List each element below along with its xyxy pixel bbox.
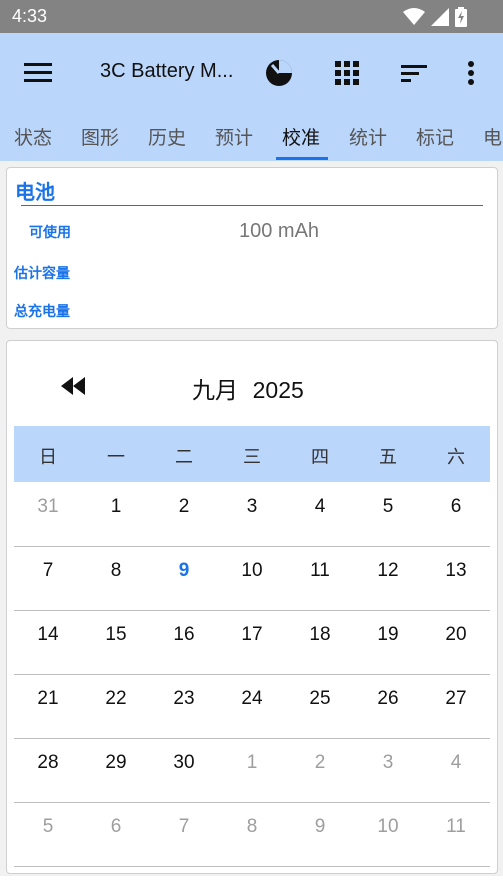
wifi-icon <box>403 8 425 25</box>
calendar-day[interactable]: 4 <box>286 496 354 518</box>
tab-markers[interactable]: 标记 <box>416 123 454 150</box>
battery-card: 电池 可使用 100 mAh 估计容量 总充电量 <box>6 167 498 329</box>
calendar-day[interactable]: 9 <box>286 816 354 838</box>
signal-icon <box>431 8 449 26</box>
calendar-day[interactable]: 23 <box>150 688 218 710</box>
calendar-day[interactable]: 18 <box>286 624 354 646</box>
calendar-month: 九月 <box>192 378 238 404</box>
calendar-week-row: 28 29 30 1 2 3 4 <box>14 738 490 803</box>
pie-chart-icon[interactable] <box>263 57 295 89</box>
calendar-day[interactable]: 4 <box>422 752 490 774</box>
status-bar: 4:33 <box>0 0 503 33</box>
bottom-strip <box>0 876 503 894</box>
calendar-week-row: 7 8 9 10 11 12 13 <box>14 546 490 611</box>
calendar-day[interactable]: 21 <box>14 688 82 710</box>
sort-icon[interactable] <box>398 57 430 89</box>
calendar-day[interactable]: 20 <box>422 624 490 646</box>
app-bar: 3C Battery M... <box>0 33 503 113</box>
weekday-fri: 五 <box>379 447 397 468</box>
calendar-day[interactable]: 2 <box>150 496 218 518</box>
battery-title-divider <box>21 205 483 206</box>
tab-calibration[interactable]: 校准 <box>282 123 320 150</box>
calendar-day[interactable]: 11 <box>422 816 490 838</box>
calendar-day[interactable]: 29 <box>82 752 150 774</box>
tab-status[interactable]: 状态 <box>14 123 52 150</box>
usable-label: 可使用 <box>29 225 71 241</box>
tab-statistics[interactable]: 统计 <box>349 123 387 150</box>
calendar-day[interactable]: 15 <box>82 624 150 646</box>
menu-icon[interactable] <box>24 60 54 86</box>
usable-value: 100 mAh <box>239 220 320 242</box>
calendar-day[interactable]: 8 <box>82 560 150 582</box>
tab-more[interactable]: 电 <box>483 123 502 150</box>
calendar-day[interactable]: 1 <box>218 752 286 774</box>
calendar-week-row: 31 1 2 3 4 5 6 <box>14 482 490 547</box>
calendar-day[interactable]: 19 <box>354 624 422 646</box>
calendar-month-year: 九月 2025 <box>192 371 304 405</box>
calendar-day[interactable]: 26 <box>354 688 422 710</box>
calendar-day[interactable]: 10 <box>218 560 286 582</box>
weekday-sun: 日 <box>39 447 57 468</box>
estimated-capacity-label: 估计容量 <box>14 266 70 282</box>
calendar-weekday-header: 日 一 二 三 四 五 六 <box>14 426 490 482</box>
weekday-wed: 三 <box>243 447 261 468</box>
calendar-year: 2025 <box>252 377 304 403</box>
grid-icon[interactable] <box>331 57 363 89</box>
calendar-day[interactable]: 13 <box>422 560 490 582</box>
previous-month-icon[interactable] <box>59 375 89 397</box>
calendar-day[interactable]: 3 <box>354 752 422 774</box>
calendar-day[interactable]: 31 <box>14 496 82 518</box>
calendar-day[interactable]: 16 <box>150 624 218 646</box>
calendar-day[interactable]: 6 <box>422 496 490 518</box>
calendar-day[interactable]: 2 <box>286 752 354 774</box>
battery-charging-icon <box>455 7 467 27</box>
calendar-day[interactable]: 10 <box>354 816 422 838</box>
calendar-day[interactable]: 1 <box>82 496 150 518</box>
calendar-week-row: 21 22 23 24 25 26 27 <box>14 674 490 739</box>
total-charge-label: 总充电量 <box>14 304 70 320</box>
calendar-day[interactable]: 17 <box>218 624 286 646</box>
calendar-day[interactable]: 14 <box>14 624 82 646</box>
calendar-week-row: 5 6 7 8 9 10 11 <box>14 802 490 867</box>
calendar-day[interactable]: 12 <box>354 560 422 582</box>
calendar-day[interactable]: 11 <box>286 560 354 582</box>
tab-graph[interactable]: 图形 <box>81 123 119 150</box>
status-time: 4:33 <box>12 6 48 26</box>
calendar-day[interactable]: 25 <box>286 688 354 710</box>
calendar-day[interactable]: 30 <box>150 752 218 774</box>
calendar-day[interactable]: 3 <box>218 496 286 518</box>
calendar-day[interactable]: 24 <box>218 688 286 710</box>
status-icons <box>403 7 467 27</box>
calendar-day[interactable]: 27 <box>422 688 490 710</box>
calendar-day[interactable]: 7 <box>14 560 82 582</box>
calendar-day[interactable]: 7 <box>150 816 218 838</box>
more-options-icon[interactable] <box>455 57 487 89</box>
calendar-day[interactable]: 5 <box>14 816 82 838</box>
calendar-day[interactable]: 5 <box>354 496 422 518</box>
calendar-day[interactable]: 8 <box>218 816 286 838</box>
tab-history[interactable]: 历史 <box>148 123 186 150</box>
weekday-sat: 六 <box>447 447 465 468</box>
weekday-thu: 四 <box>311 447 329 468</box>
tab-bar: 状态 图形 历史 预计 校准 统计 标记 电 <box>0 113 503 161</box>
tab-estimate[interactable]: 预计 <box>215 123 253 150</box>
calendar-day[interactable]: 22 <box>82 688 150 710</box>
weekday-mon: 一 <box>107 447 125 468</box>
battery-title: 电池 <box>15 180 55 204</box>
calendar-week-row: 14 15 16 17 18 19 20 <box>14 610 490 675</box>
calendar-day[interactable]: 6 <box>82 816 150 838</box>
calendar-day[interactable]: 28 <box>14 752 82 774</box>
calendar-card: 九月 2025 日 一 二 三 四 五 六 31 1 2 3 4 5 6 7 8… <box>6 340 498 874</box>
active-tab-indicator <box>276 157 328 160</box>
app-title: 3C Battery M... <box>100 60 234 82</box>
weekday-tue: 二 <box>175 447 193 468</box>
calendar-day-today[interactable]: 9 <box>150 560 218 582</box>
